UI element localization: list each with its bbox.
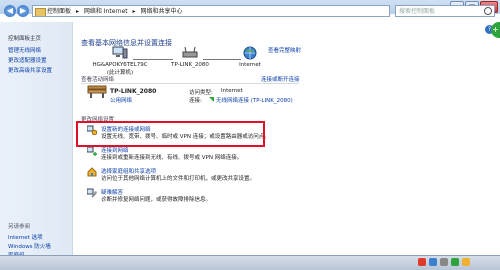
- tray-app-icon[interactable]: [462, 258, 470, 266]
- network-name: TP-LINK_2080: [110, 88, 157, 95]
- computer-node: HG&APOKY6TEL79C (此计算机): [85, 46, 155, 76]
- access-type-label: 访问类型:: [189, 90, 213, 96]
- breadcrumb-item[interactable]: 网络和共享中心: [140, 8, 182, 15]
- active-networks-label: 查看活动网络: [81, 77, 115, 83]
- tray-app-icon[interactable]: [440, 258, 448, 266]
- tray-app-icon[interactable]: [451, 258, 459, 266]
- sidebar-item-manage-wireless[interactable]: 管理无线网络: [8, 46, 41, 54]
- tray-app-icon[interactable]: [418, 258, 426, 266]
- sidebar-item-windows-firewall[interactable]: Windows 防火墙: [8, 242, 51, 250]
- connections-label: 连接:: [189, 98, 202, 104]
- homegroup-icon: [87, 167, 97, 177]
- breadcrumb-item[interactable]: 网络和 Internet: [84, 8, 128, 15]
- router-name: TP-LINK_2080: [171, 62, 209, 68]
- connect-disconnect-link[interactable]: 连接或断开连接: [261, 75, 300, 83]
- troubleshoot-desc: 诊断并修复网络问题，或获得故障排除信息。: [101, 197, 212, 203]
- connect-icon: [87, 146, 97, 156]
- red-highlight-box: [76, 121, 265, 147]
- troubleshoot-icon: [87, 188, 97, 198]
- search-placeholder: 搜索控制面板: [399, 8, 436, 15]
- address-bar: ◀ ▶ 控制面板 ▸ 网络和 Internet ▸ 网络和共享中心 搜索控制面板: [0, 4, 500, 20]
- internet-node: Internet: [225, 46, 275, 68]
- public-network-bench-icon: [87, 85, 107, 98]
- tray-app-icon[interactable]: [429, 258, 437, 266]
- divider: [81, 83, 299, 84]
- connections-value: 无线网络连接 (TP-LINK_2080): [216, 98, 293, 104]
- globe-icon: [243, 46, 257, 60]
- sidebar-item-home[interactable]: 控制面板主页: [8, 34, 41, 42]
- forward-button[interactable]: ▶: [17, 5, 29, 17]
- taskbar: [0, 255, 500, 270]
- signal-icon: [209, 97, 214, 102]
- breadcrumb-item[interactable]: 控制面板: [47, 8, 71, 15]
- sidebar: 控制面板主页 管理无线网络 更改适配器设置 更改高级共享设置 另请参阅 Inte…: [0, 22, 73, 263]
- see-also-heading: 另请参阅: [8, 224, 31, 230]
- breadcrumb-separator: ▸: [132, 8, 136, 15]
- sidebar-item-internet-options[interactable]: Internet 选项: [8, 233, 43, 241]
- search-icon[interactable]: [484, 7, 492, 15]
- search-input[interactable]: 搜索控制面板: [395, 5, 495, 17]
- side-widget-button[interactable]: +: [491, 22, 500, 38]
- breadcrumb[interactable]: 控制面板 ▸ 网络和 Internet ▸ 网络和共享中心: [32, 5, 390, 17]
- internet-label: Internet: [239, 62, 261, 68]
- back-button[interactable]: ◀: [4, 5, 16, 17]
- homegroup-sharing-desc: 访问位于其他网络计算机上的文件和打印机，或更改共享设置。: [101, 176, 256, 182]
- system-tray: [418, 258, 470, 266]
- sidebar-item-advanced-sharing[interactable]: 更改高级共享设置: [8, 66, 52, 74]
- router-node: TP-LINK_2080: [160, 46, 220, 68]
- sidebar-item-adapter-settings[interactable]: 更改适配器设置: [8, 56, 47, 64]
- access-type-value: Internet: [221, 88, 243, 94]
- main-content: ? 查看基本网络信息并设置连接 查看完整映射 HG&APOKY6TEL79C (…: [73, 22, 494, 263]
- network-type-link[interactable]: 公用网络: [110, 96, 132, 104]
- wireless-connection-link[interactable]: 无线网络连接 (TP-LINK_2080): [209, 96, 293, 104]
- breadcrumb-separator: ▸: [75, 8, 79, 15]
- computer-icon: [112, 46, 128, 59]
- router-icon: [182, 46, 198, 58]
- network-sharing-center-window: – □ × ◀ ▶ 控制面板 ▸ 网络和 Internet ▸ 网络和共享中心 …: [0, 0, 500, 263]
- connect-network-desc: 连接到或重新连接到无线、有线、拨号或 VPN 网络连接。: [101, 155, 243, 161]
- control-panel-folder-icon: [35, 8, 46, 16]
